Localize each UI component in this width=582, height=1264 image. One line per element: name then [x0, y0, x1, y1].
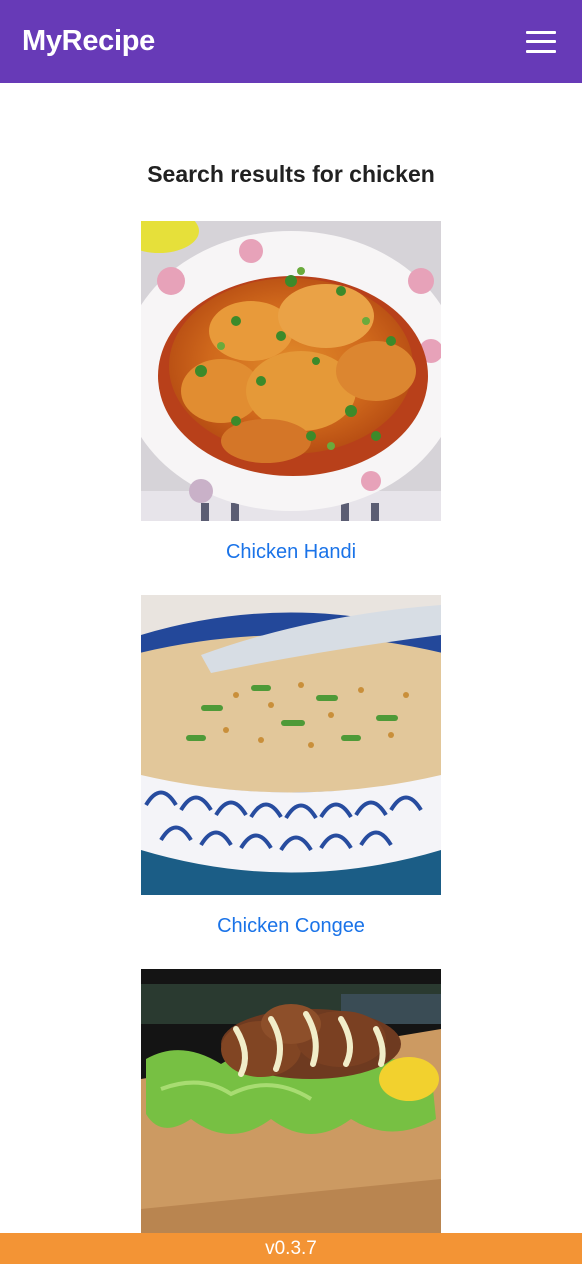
- hamburger-menu-icon[interactable]: [526, 30, 556, 53]
- recipe-card: Chicken Congee: [141, 595, 441, 938]
- search-results-page: Search results for chicken Chicken Handi…: [0, 83, 582, 1233]
- brand-logo[interactable]: MyRecipe: [22, 25, 155, 58]
- menu-bar: [526, 40, 556, 43]
- recipe-card: Chicken Handi: [141, 221, 441, 564]
- recipe-image-fried-chicken[interactable]: [141, 969, 441, 1233]
- chicken-congee-photo: [141, 595, 441, 895]
- recipe-image-chicken-congee[interactable]: [141, 595, 441, 895]
- top-navbar: MyRecipe: [0, 0, 582, 83]
- app-root: MyRecipe Search results for chicken Chic…: [0, 0, 582, 1264]
- fried-chicken-lettuce-photo: [141, 969, 441, 1233]
- menu-bar: [526, 49, 556, 53]
- version-footer: v0.3.7: [0, 1233, 582, 1264]
- recipe-card: [141, 969, 441, 1233]
- recipe-image-chicken-handi[interactable]: [141, 221, 441, 521]
- recipe-link-chicken-congee[interactable]: Chicken Congee: [141, 915, 441, 938]
- search-results-heading: Search results for chicken: [147, 161, 435, 187]
- chicken-handi-photo: [141, 221, 441, 521]
- recipe-link-chicken-handi[interactable]: Chicken Handi: [141, 541, 441, 564]
- menu-bar: [526, 30, 556, 34]
